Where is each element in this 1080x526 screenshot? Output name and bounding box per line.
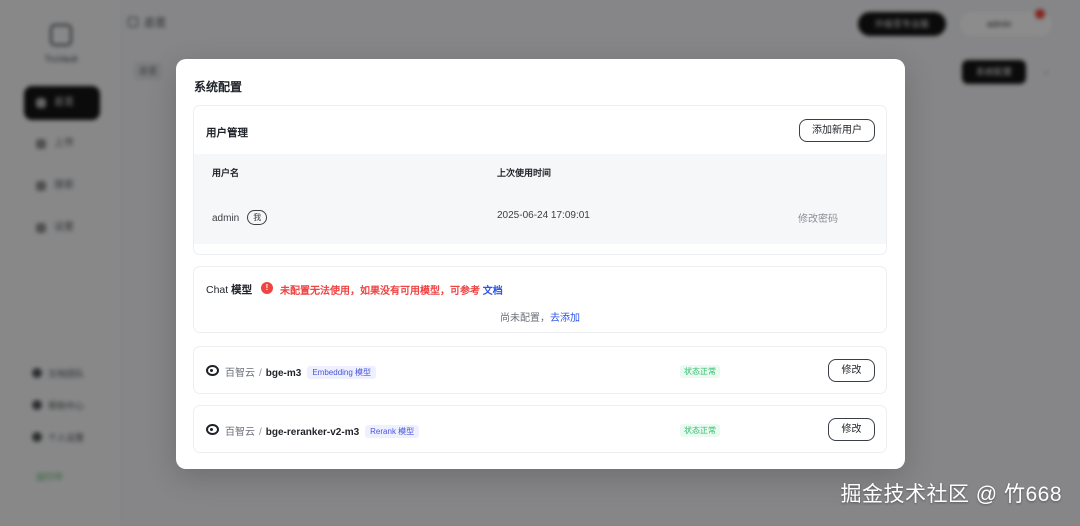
alert-icon: ! — [261, 282, 273, 294]
model-info: 百智云 / bge-reranker-v2-m3 Rerank 模型 — [225, 423, 420, 438]
user-table: 用户名 上次使用时间 admin 我 2025-06-24 17:09:01 修改… — [194, 154, 886, 244]
column-header-username: 用户名 — [212, 168, 240, 178]
watermark: 掘金技术社区 @ 竹668 — [840, 483, 1062, 506]
provider-logo-icon — [206, 424, 219, 435]
change-password-link[interactable]: 修改密码 — [798, 210, 838, 225]
model-type-tag: Rerank 模型 — [365, 425, 420, 438]
edit-model-button[interactable]: 修改 — [828, 359, 875, 382]
model-type-tag: Embedding 模型 — [307, 366, 377, 379]
model-name: bge-reranker-v2-m3 — [265, 427, 360, 438]
model-card-rerank: 百智云 / bge-reranker-v2-m3 Rerank 模型 状态正常 修改 — [193, 405, 887, 453]
docs-link[interactable]: 文档 — [483, 286, 503, 297]
username-cell: admin 我 — [212, 210, 268, 225]
add-model-link[interactable]: 去添加 — [550, 313, 580, 324]
status-badge: 状态正常 — [680, 424, 720, 437]
warning-message: 未配置无法使用，如果没有可用模型，可参考 文档 — [280, 286, 503, 297]
add-user-button[interactable]: 添加新用户 — [799, 119, 875, 142]
provider-logo-icon — [206, 365, 219, 376]
model-card-embedding: 百智云 / bge-m3 Embedding 模型 状态正常 修改 — [193, 346, 887, 394]
status-badge: 状态正常 — [680, 365, 720, 378]
last-used-cell: 2025-06-24 17:09:01 — [497, 210, 590, 221]
column-header-last-used: 上次使用时间 — [497, 168, 552, 178]
model-name: bge-m3 — [265, 368, 302, 379]
section-title: Chat 模型 — [206, 284, 253, 296]
chat-model-section: Chat 模型 ! 未配置无法使用，如果没有可用模型，可参考 文档 尚未配置，去… — [193, 266, 887, 333]
section-title: 用户管理 — [206, 127, 248, 139]
dialog-title: 系统配置 — [194, 80, 243, 94]
user-management-section: 用户管理 添加新用户 用户名 上次使用时间 admin 我 2025-06-24 … — [193, 105, 887, 255]
model-info: 百智云 / bge-m3 Embedding 模型 — [225, 364, 377, 379]
edit-model-button[interactable]: 修改 — [828, 418, 875, 441]
empty-state: 尚未配置，去添加 — [500, 313, 580, 324]
me-badge: 我 — [247, 210, 268, 225]
system-config-dialog: 系统配置 用户管理 添加新用户 用户名 上次使用时间 admin 我 2025-0… — [176, 59, 905, 469]
